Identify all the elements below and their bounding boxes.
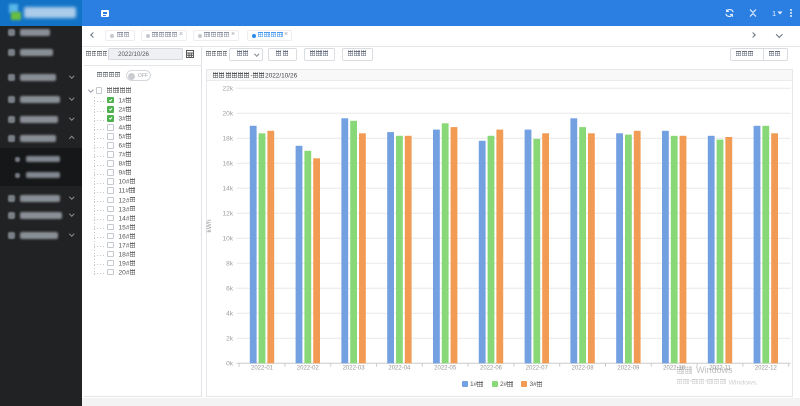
svg-text:12k: 12k bbox=[223, 211, 234, 218]
svg-text:20k: 20k bbox=[223, 111, 234, 118]
svg-text:2022-01: 2022-01 bbox=[251, 366, 274, 372]
svg-text:22k: 22k bbox=[223, 86, 234, 93]
svg-text:2022-04: 2022-04 bbox=[388, 366, 411, 372]
svg-text:kWh: kWh bbox=[206, 219, 213, 232]
svg-text:6k: 6k bbox=[226, 286, 234, 293]
svg-text:2022-07: 2022-07 bbox=[526, 366, 549, 372]
svg-text:2022-05: 2022-05 bbox=[434, 366, 457, 372]
svg-text:2022-02: 2022-02 bbox=[297, 366, 320, 372]
svg-text:18k: 18k bbox=[223, 136, 234, 143]
svg-text:0k: 0k bbox=[226, 361, 234, 368]
svg-text:8k: 8k bbox=[226, 261, 234, 268]
svg-text:2k: 2k bbox=[226, 336, 234, 343]
svg-text:2022-09: 2022-09 bbox=[617, 366, 640, 372]
svg-text:4k: 4k bbox=[226, 311, 234, 318]
svg-text:2022-06: 2022-06 bbox=[480, 366, 503, 372]
svg-text:2022-03: 2022-03 bbox=[343, 366, 366, 372]
svg-text:16k: 16k bbox=[223, 161, 234, 168]
svg-text:1: 1 bbox=[772, 9, 776, 18]
svg-text:14k: 14k bbox=[223, 186, 234, 193]
svg-text:2022-08: 2022-08 bbox=[572, 366, 595, 372]
svg-text:10k: 10k bbox=[223, 236, 234, 243]
svg-text:2022-12: 2022-12 bbox=[755, 366, 778, 372]
